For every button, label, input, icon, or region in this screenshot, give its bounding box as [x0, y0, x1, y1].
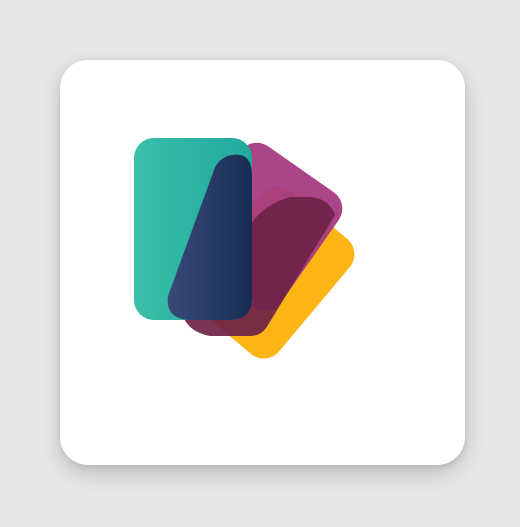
screen [0, 0, 520, 527]
stacked-cards-logo-icon [134, 138, 355, 359]
